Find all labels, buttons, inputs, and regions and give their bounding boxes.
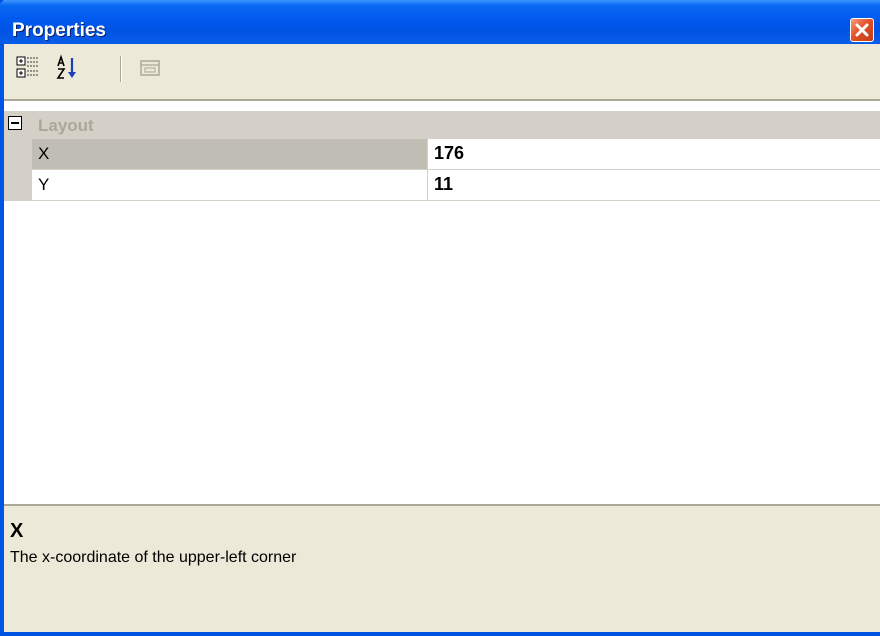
sort-az-icon <box>56 54 76 79</box>
property-grid: Layout X 176 Y 11 <box>4 99 880 504</box>
category-label: Layout <box>38 116 94 135</box>
property-pages-button[interactable] <box>136 54 164 82</box>
property-row-x[interactable]: X 176 <box>4 139 880 170</box>
alphabetical-view-button[interactable] <box>52 54 80 82</box>
category-row-layout[interactable]: Layout <box>4 111 880 139</box>
description-text: The x-coordinate of the upper-left corne… <box>10 549 297 566</box>
property-value[interactable]: 176 <box>428 139 880 170</box>
toolbar-separator <box>120 56 122 82</box>
row-margin <box>4 170 32 201</box>
description-title: X <box>10 520 24 542</box>
toolbar <box>4 44 880 99</box>
property-pages-icon <box>140 60 160 76</box>
categorized-view-button[interactable] <box>14 54 42 82</box>
close-button[interactable] <box>850 18 874 42</box>
property-name[interactable]: X <box>32 139 428 170</box>
property-row-y[interactable]: Y 11 <box>4 170 880 201</box>
description-pane: X The x-coordinate of the upper-left cor… <box>4 504 880 632</box>
collapse-icon[interactable] <box>8 116 22 130</box>
window-title: Properties <box>12 20 106 41</box>
property-value[interactable]: 11 <box>428 170 880 201</box>
categorized-icon <box>16 56 38 78</box>
close-icon <box>855 23 869 37</box>
property-name[interactable]: Y <box>32 170 428 201</box>
properties-window: Properties Layout X 176 Y 11 X The x-coo… <box>0 0 880 636</box>
title-bar[interactable]: Properties <box>0 0 880 44</box>
row-margin <box>4 139 32 170</box>
